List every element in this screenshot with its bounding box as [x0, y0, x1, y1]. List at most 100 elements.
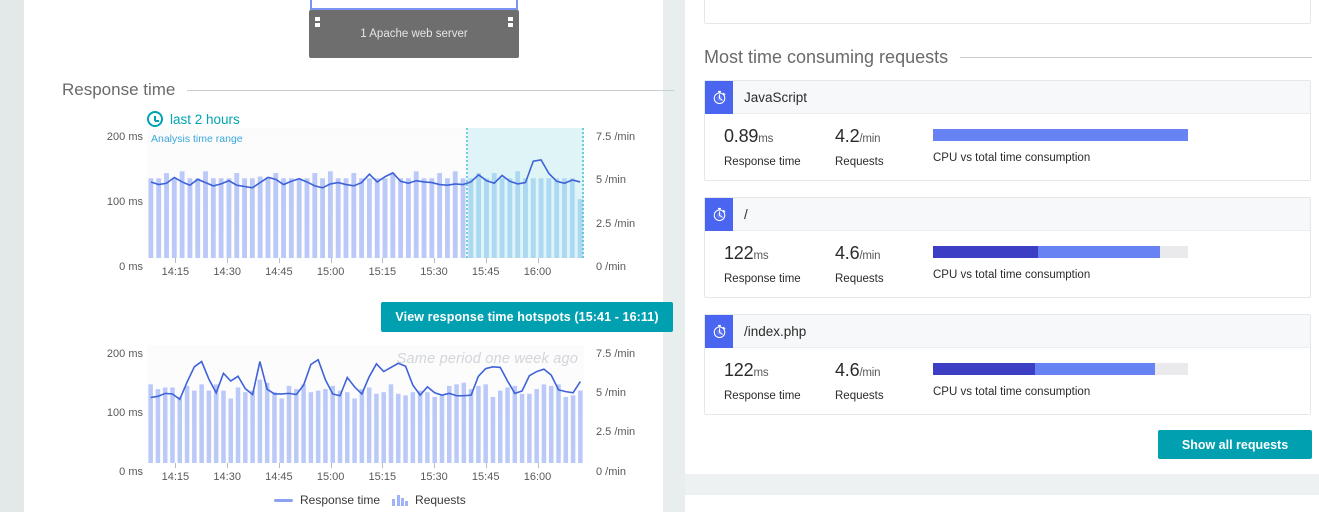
- requests-label: Requests: [835, 156, 884, 168]
- x-tick: [382, 463, 384, 468]
- chart1-y2tick-0: 0 /min: [596, 261, 626, 273]
- request-card[interactable]: /index.php 122ms Response time 4.6/min R…: [704, 314, 1311, 415]
- chart1-y2tick-25: 2.5 /min: [596, 218, 636, 230]
- request-card-body: 122ms Response time 4.6/min Requests CPU…: [705, 231, 1310, 297]
- section-title: Response time: [62, 80, 176, 99]
- show-all-requests-button[interactable]: Show all requests: [1158, 430, 1312, 459]
- chart-legend: Response time Requests: [274, 493, 466, 507]
- requests-unit: /min: [859, 250, 881, 262]
- line-swatch-icon: [274, 498, 293, 502]
- response-time-unit: ms: [758, 133, 774, 145]
- requests-panel: Response time Requests CPU vs total time…: [685, 0, 1319, 512]
- x-tick-label: 15:00: [316, 471, 345, 483]
- response-time-value: 0.89: [724, 126, 759, 146]
- x-tick: [175, 258, 177, 263]
- drag-handle-right-icon: [508, 17, 513, 29]
- requests-value: 4.6: [835, 360, 860, 380]
- most-time-consuming-requests-header: Most time consuming requests: [704, 47, 1312, 68]
- x-tick: [227, 463, 229, 468]
- view-response-time-hotspots-button[interactable]: View response time hotspots (15:41 - 16:…: [381, 302, 673, 332]
- legend-item-requests[interactable]: Requests: [392, 493, 466, 507]
- response-time-label: Response time: [724, 390, 801, 402]
- x-tick: [278, 463, 280, 468]
- x-tick-label: 15:30: [420, 471, 448, 483]
- cpu-label: CPU vs total time consumption: [933, 386, 1091, 398]
- cpu-bar: [933, 246, 1188, 258]
- legend-label-response-time: Response time: [300, 493, 381, 507]
- chart1-plot-area: Analysis time range: [147, 128, 584, 258]
- infrastructure-group-box: [310, 0, 518, 10]
- response-time-value: 122: [724, 360, 754, 380]
- x-tick-label: 14:45: [265, 471, 293, 483]
- cpu-bar: [933, 363, 1188, 375]
- x-tick-label: 15:00: [316, 266, 345, 278]
- response-time-label: Response time: [724, 273, 801, 285]
- partial-request-card[interactable]: Response time Requests CPU vs total time…: [704, 0, 1311, 24]
- request-card-body: 0.89ms Response time 4.2/min Requests CP…: [705, 114, 1310, 180]
- chart2-y2tick-0: 0 /min: [596, 466, 626, 478]
- requests-metric: 4.6/min Requests: [835, 243, 884, 285]
- x-tick-label: 15:15: [368, 266, 397, 278]
- clock-icon: [147, 111, 163, 127]
- chart1-y2tick-75: 7.5 /min: [596, 131, 636, 143]
- page-left-gutter: [0, 0, 24, 512]
- drag-handle-left-icon: [315, 17, 320, 29]
- response-time-metric: 0.89ms Response time: [724, 126, 801, 168]
- x-tick: [330, 463, 332, 468]
- chart2-y2tick-5: 5 /min: [596, 387, 626, 399]
- requests-section-rule: [960, 57, 1312, 58]
- requests-unit: /min: [859, 367, 881, 379]
- cpu-consumption-metric: CPU vs total time consumption: [933, 126, 1273, 164]
- legend-item-response-time[interactable]: Response time: [274, 493, 380, 507]
- x-tick-label: 14:15: [161, 471, 190, 483]
- request-name: JavaScript: [744, 89, 808, 105]
- chart1-ytick-200: 200 ms: [106, 131, 143, 143]
- chart2-y2tick-75: 7.5 /min: [596, 348, 636, 360]
- request-card[interactable]: JavaScript 0.89ms Response time 4.2/min …: [704, 80, 1311, 181]
- requests-metric: 4.2/min Requests: [835, 126, 884, 168]
- section-rule: [187, 89, 674, 91]
- chart-response-time-current[interactable]: Analysis time range 200 ms 100 ms 0 ms 7…: [84, 128, 664, 303]
- request-card-header[interactable]: JavaScript: [705, 80, 1310, 114]
- x-tick-label: 14:45: [265, 266, 293, 278]
- stopwatch-icon: [705, 197, 733, 231]
- response-time-panel: 1 Apache web server Response time last 2…: [24, 0, 674, 512]
- x-tick-label: 16:00: [523, 471, 552, 483]
- cpu-label: CPU vs total time consumption: [933, 269, 1091, 281]
- requests-label: Requests: [835, 273, 884, 285]
- cpu-consumption-metric: CPU vs total time consumption: [933, 360, 1273, 398]
- x-tick: [278, 258, 280, 263]
- timeframe-label: last 2 hours: [170, 111, 240, 127]
- response-time-metric: 122ms Response time: [724, 360, 801, 402]
- panel-gap: [663, 0, 685, 512]
- x-tick: [434, 258, 435, 263]
- request-card[interactable]: / 122ms Response time 4.6/min Requests C…: [704, 197, 1311, 298]
- legend-label-requests: Requests: [415, 493, 466, 507]
- chart2-ytick-100: 100 ms: [106, 407, 143, 419]
- request-name: /: [744, 206, 748, 222]
- x-tick-label: 15:30: [420, 266, 448, 278]
- cpu-bar: [933, 129, 1188, 141]
- next-section-card: [685, 495, 1319, 512]
- chart-response-time-week-ago[interactable]: Same period one week ago 200 ms 100 ms 0…: [84, 345, 664, 505]
- response-time-unit: ms: [753, 250, 769, 262]
- cpu-label: CPU vs total time consumption: [933, 152, 1091, 164]
- x-tick: [382, 258, 384, 263]
- chart1-svg: [148, 128, 584, 258]
- bars-swatch-icon: [392, 494, 409, 506]
- response-time-label: Response time: [724, 156, 801, 168]
- cpu-consumption-metric: CPU vs total time consumption: [933, 243, 1273, 281]
- request-card-header[interactable]: /: [705, 197, 1310, 231]
- x-tick-label: 15:45: [471, 471, 500, 483]
- requests-section-title: Most time consuming requests: [704, 47, 949, 67]
- x-tick-label: 14:15: [161, 266, 190, 278]
- requests-label: Requests: [835, 390, 884, 402]
- timeframe-selector[interactable]: last 2 hours: [147, 111, 240, 127]
- request-card-header[interactable]: /index.php: [705, 314, 1310, 348]
- request-card-body: 122ms Response time 4.6/min Requests CPU…: [705, 348, 1310, 414]
- x-tick-label: 15:45: [471, 266, 500, 278]
- x-tick-label: 14:30: [213, 471, 241, 483]
- x-tick: [434, 463, 435, 468]
- dashboard-root: 1 Apache web server Response time last 2…: [0, 0, 1319, 512]
- infrastructure-host-node[interactable]: 1 Apache web server: [309, 10, 519, 58]
